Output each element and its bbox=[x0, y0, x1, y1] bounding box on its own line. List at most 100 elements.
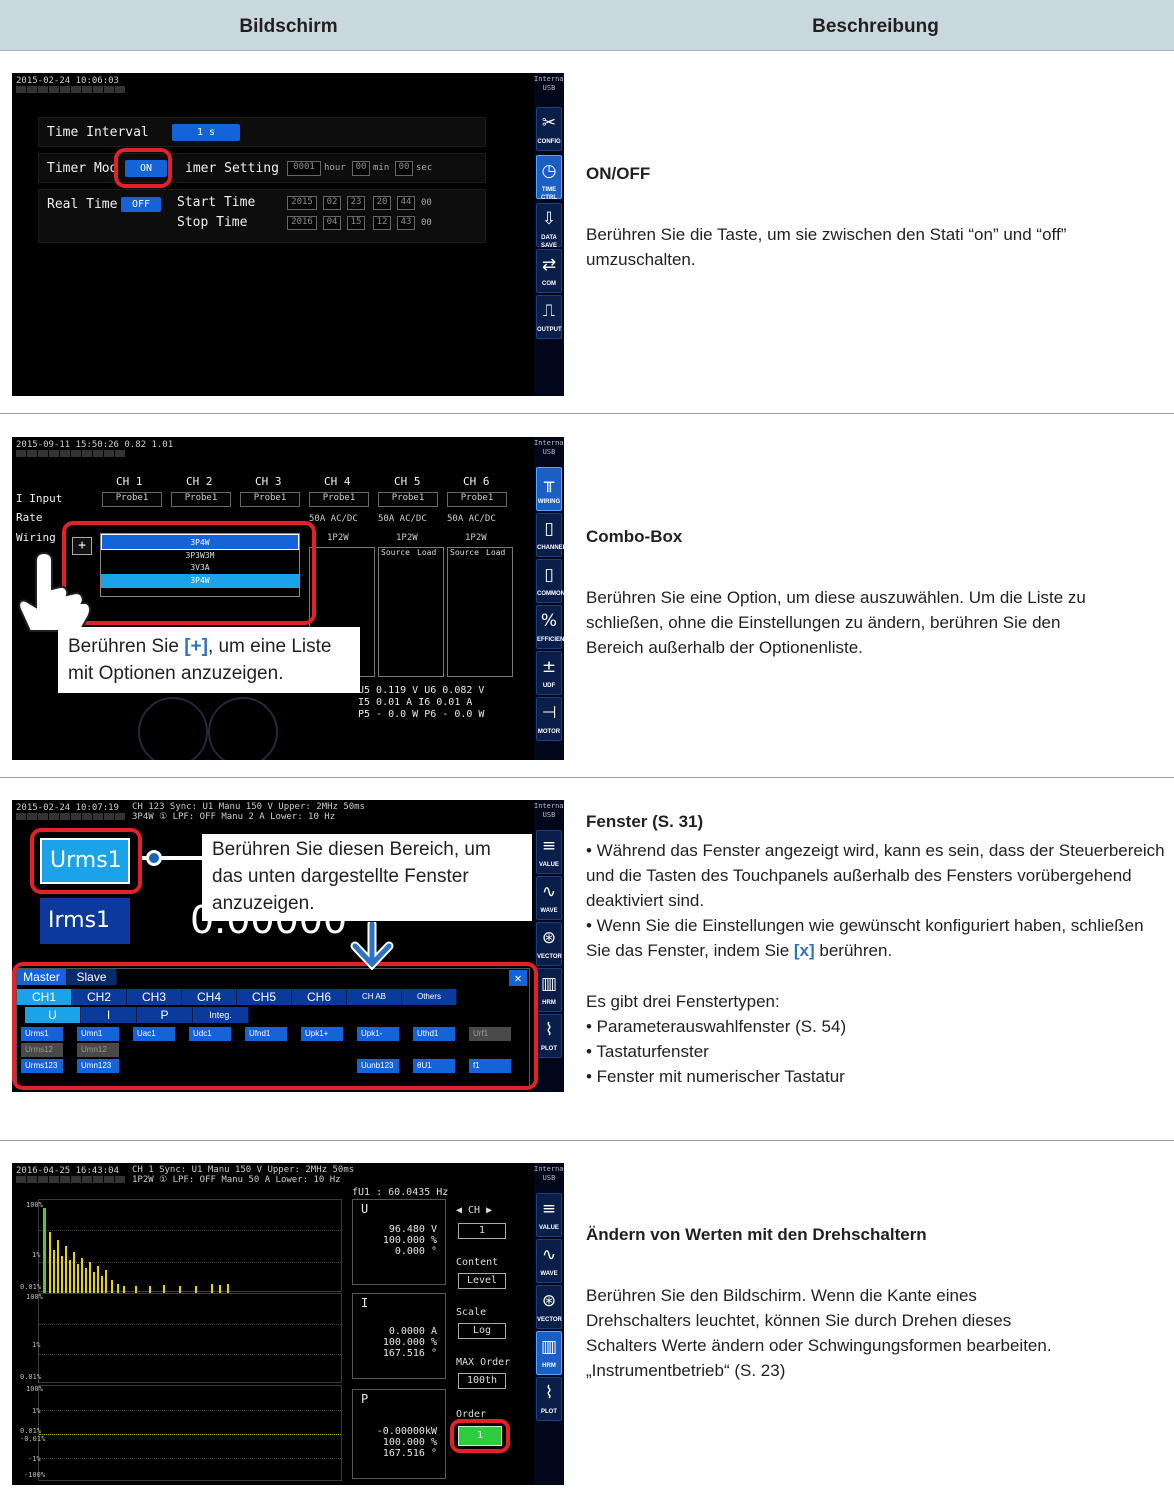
timestamp: 2016-04-25 16:43:04 bbox=[16, 1166, 119, 1176]
row3-description: Fenster (S. 31) • Während das Fenster an… bbox=[586, 809, 1166, 1089]
plot-icon: ⌇ bbox=[544, 1020, 554, 1040]
header-screen: Bildschirm bbox=[239, 16, 338, 37]
side-menu: Internal USB ╥WIRING ▯CHANNEL ▯COMMON %E… bbox=[534, 437, 564, 760]
timestamp: 2015-09-11 15:50:26 0.82 1.01 bbox=[16, 440, 174, 450]
real-time-toggle[interactable]: OFF bbox=[121, 197, 161, 212]
y-label: 100% bbox=[26, 1293, 43, 1301]
hour-unit: hour bbox=[324, 163, 346, 173]
row-separator bbox=[0, 777, 1174, 778]
plot-button[interactable]: ⌇ PLOT bbox=[536, 1377, 562, 1421]
start-second: 00 bbox=[421, 198, 432, 208]
y-label: 1% bbox=[32, 1407, 41, 1415]
motor-button[interactable]: ⊣ MOTOR bbox=[536, 697, 562, 741]
time-ctrl-button[interactable]: ◷ TIME CTRL bbox=[536, 155, 562, 201]
rate-ch5: 50A AC/DC bbox=[378, 514, 427, 524]
stop-month[interactable]: 04 bbox=[323, 216, 341, 230]
row4-link[interactable]: „Instrumentbetrieb“ (S. 23) bbox=[586, 1358, 1166, 1383]
output-button[interactable]: ⎍ OUTPUT bbox=[536, 295, 562, 339]
probe-ch2[interactable]: Probe1 bbox=[171, 492, 231, 507]
wave-button[interactable]: ∿ WAVE bbox=[536, 1239, 562, 1283]
order-knob-value[interactable]: 1 bbox=[458, 1426, 502, 1446]
i-value-box: I 0.0000 A 100.000 % 167.516 ° bbox=[352, 1293, 446, 1379]
time-interval-label: Time Interval bbox=[47, 125, 149, 140]
wiring-button[interactable]: ╥ WIRING bbox=[536, 467, 562, 511]
config-button[interactable]: ✂ CONFIG bbox=[536, 107, 562, 151]
wave-button[interactable]: ∿ WAVE bbox=[536, 876, 562, 920]
stop-second: 00 bbox=[421, 218, 432, 228]
probe-ch1[interactable]: Probe1 bbox=[102, 492, 162, 507]
time-interval-value[interactable]: 1 s bbox=[172, 124, 240, 141]
content-selector[interactable]: Level bbox=[458, 1273, 506, 1289]
udf-button[interactable]: ± UDF bbox=[536, 651, 562, 695]
timer-sec-field[interactable]: 00 bbox=[395, 161, 413, 176]
vector-button[interactable]: ⊛ VECTOR bbox=[536, 1285, 562, 1329]
load-label: Load bbox=[417, 548, 437, 557]
stop-time-label: Stop Time bbox=[177, 215, 248, 230]
probe-ch6[interactable]: Probe1 bbox=[447, 492, 507, 507]
parameter-irms1[interactable]: Irms1 bbox=[40, 898, 130, 944]
channel-indicator bbox=[16, 813, 126, 820]
common-icon: ▯ bbox=[544, 565, 554, 585]
stop-minute[interactable]: 43 bbox=[397, 216, 415, 230]
com-button[interactable]: ⇄ COM bbox=[536, 249, 562, 293]
output-icon: ⎍ bbox=[543, 301, 555, 321]
storage-indicator: Internal USB bbox=[534, 75, 564, 92]
p-title: P bbox=[361, 1392, 369, 1406]
ch-selector[interactable]: 1 bbox=[458, 1223, 506, 1239]
start-day[interactable]: 23 bbox=[347, 196, 365, 210]
common-button[interactable]: ▯ COMMON bbox=[536, 559, 564, 603]
max-order-selector[interactable]: 100th bbox=[458, 1373, 506, 1389]
efficiency-button[interactable]: %EFFICIENCY bbox=[536, 605, 564, 649]
row3-bullet2: • Wenn Sie die Einstellungen wie gewünsc… bbox=[586, 916, 1144, 960]
row2-title: Combo-Box bbox=[586, 527, 683, 546]
stop-hour[interactable]: 12 bbox=[373, 216, 391, 230]
storage-indicator: Internal USB bbox=[534, 439, 564, 456]
start-month[interactable]: 02 bbox=[323, 196, 341, 210]
row1-text: Berühren Sie die Taste, um sie zwischen … bbox=[586, 225, 1067, 269]
stopwatch-icon: ◷ bbox=[541, 161, 557, 181]
start-year[interactable]: 2015 bbox=[287, 196, 317, 210]
knob-right bbox=[208, 697, 278, 760]
source-label: Source bbox=[381, 548, 410, 557]
load-label: Load bbox=[486, 548, 506, 557]
hrm-button[interactable]: ▥ HRM bbox=[536, 968, 562, 1012]
start-time-label: Start Time bbox=[177, 195, 256, 210]
start-minute[interactable]: 44 bbox=[397, 196, 415, 210]
ch-label: ◀ CH ▶ bbox=[456, 1205, 493, 1216]
status-line: 3P4W ① LPF: OFF Manu 2 A Lower: 10 Hz bbox=[132, 812, 336, 822]
hrm-icon: ▥ bbox=[540, 1337, 558, 1357]
channel-indicator bbox=[16, 1176, 126, 1183]
ch6-header: CH 6 bbox=[463, 475, 490, 488]
p-value-box: P -0.00000kW 100.000 % 167.516 ° bbox=[352, 1389, 446, 1479]
value-button[interactable]: ≡ VALUE bbox=[536, 830, 562, 874]
probe-ch3[interactable]: Probe1 bbox=[240, 492, 300, 507]
wiring-diagram-ch6 bbox=[447, 547, 513, 677]
hrm-icon: ▥ bbox=[540, 974, 558, 994]
scale-selector[interactable]: Log bbox=[458, 1323, 506, 1339]
start-hour[interactable]: 20 bbox=[373, 196, 391, 210]
timer-hour-field[interactable]: 0001 bbox=[287, 161, 321, 176]
usb-icon: ⇩ bbox=[541, 209, 557, 229]
y-label: 0.01% bbox=[20, 1283, 42, 1291]
timer-setting-label: imer Setting bbox=[185, 161, 279, 176]
timer-min-field[interactable]: 00 bbox=[352, 161, 370, 176]
wiring-diagram-ch5 bbox=[378, 547, 444, 677]
vector-button[interactable]: ⊛ VECTOR bbox=[536, 922, 562, 966]
stop-day[interactable]: 15 bbox=[347, 216, 365, 230]
channel-button[interactable]: ▯ CHANNEL bbox=[536, 513, 564, 557]
table-header: Bildschirm Beschreibung bbox=[0, 0, 1174, 51]
y-label: 1% bbox=[32, 1341, 41, 1349]
probe-ch5[interactable]: Probe1 bbox=[378, 492, 438, 507]
plot-button[interactable]: ⌇ PLOT bbox=[536, 1014, 562, 1058]
min-unit: min bbox=[373, 163, 390, 173]
row4-text: Berühren Sie den Bildschirm. Wenn die Ka… bbox=[586, 1286, 1052, 1355]
ch3-header: CH 3 bbox=[255, 475, 282, 488]
stop-year[interactable]: 2016 bbox=[287, 216, 317, 230]
y-label: 0.01% bbox=[20, 1373, 42, 1381]
probe-ch4[interactable]: Probe1 bbox=[309, 492, 369, 507]
value-button[interactable]: ≡ VALUE bbox=[536, 1193, 562, 1237]
data-save-button[interactable]: ⇩ DATA SAVE bbox=[536, 203, 562, 249]
ch2-header: CH 2 bbox=[186, 475, 213, 488]
hrm-button[interactable]: ▥ HRM bbox=[536, 1331, 562, 1375]
tools-icon: ✂ bbox=[541, 113, 557, 133]
